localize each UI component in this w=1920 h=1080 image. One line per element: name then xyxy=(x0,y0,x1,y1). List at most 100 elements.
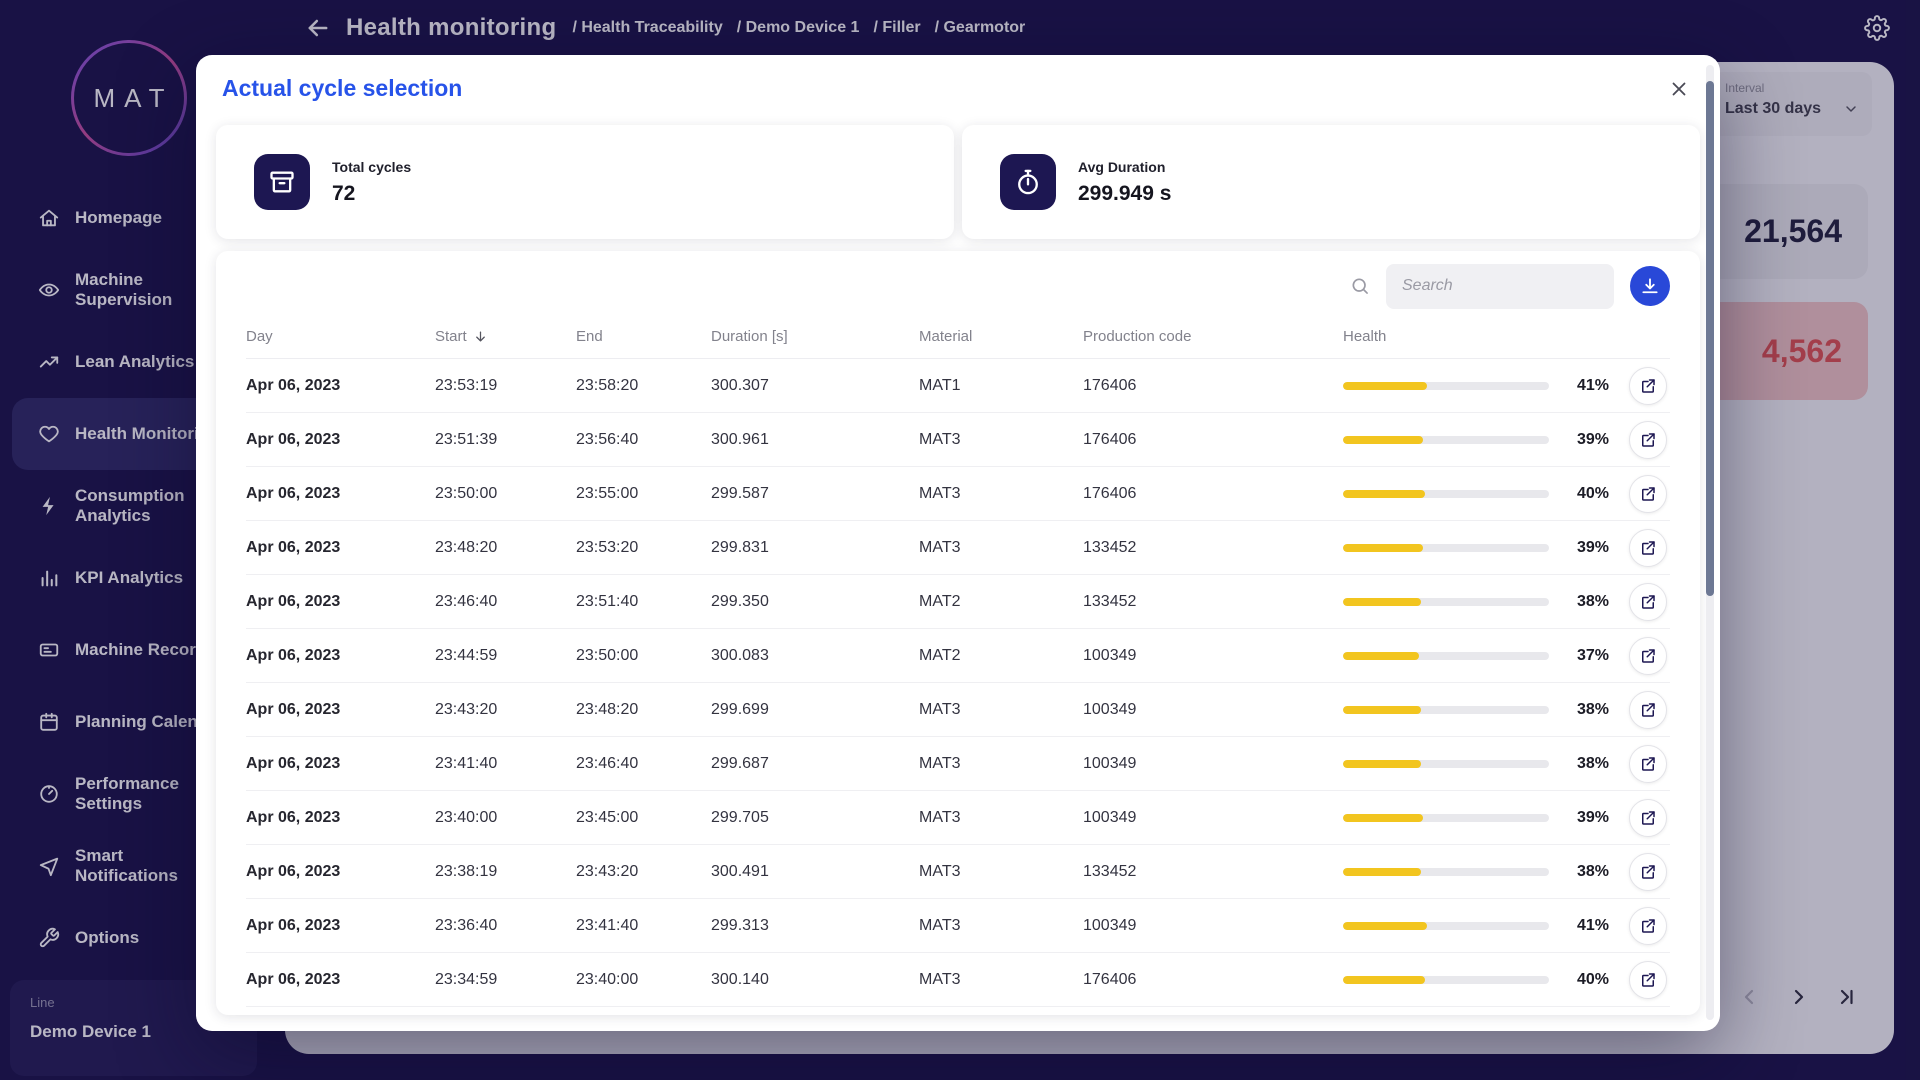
column-header-label: Start xyxy=(435,328,467,345)
cell-end: 23:40:00 xyxy=(576,971,711,989)
cell-day: Apr 06, 2023 xyxy=(246,485,435,503)
cell-material: MAT3 xyxy=(919,431,1083,449)
table-row[interactable]: Apr 06, 2023 23:46:40 23:51:40 299.350 M… xyxy=(246,575,1670,629)
table-row[interactable]: Apr 06, 2023 23:43:20 23:48:20 299.699 M… xyxy=(246,683,1670,737)
open-cycle-button[interactable] xyxy=(1629,583,1667,621)
health-progress-bar xyxy=(1343,598,1549,606)
open-cycle-button[interactable] xyxy=(1629,421,1667,459)
modal: Actual cycle selection Total cycles 72 A… xyxy=(196,55,1720,1031)
table-row[interactable]: Apr 06, 2023 23:53:19 23:58:20 300.307 M… xyxy=(246,359,1670,413)
column-header-duration-s[interactable]: Duration [s] xyxy=(711,328,919,345)
health-percent: 38% xyxy=(1557,701,1609,719)
cell-health: 40% xyxy=(1343,475,1670,513)
table-row[interactable]: Apr 06, 2023 23:50:00 23:55:00 299.587 M… xyxy=(246,467,1670,521)
open-cycle-button[interactable] xyxy=(1629,691,1667,729)
scrollbar-thumb[interactable] xyxy=(1706,81,1714,596)
cell-duration: 299.313 xyxy=(711,917,919,935)
cell-day: Apr 06, 2023 xyxy=(246,863,435,881)
cell-production-code: 100349 xyxy=(1083,917,1343,935)
open-cycle-button[interactable] xyxy=(1629,367,1667,405)
health-progress-bar xyxy=(1343,544,1549,552)
cell-day: Apr 06, 2023 xyxy=(246,539,435,557)
stopwatch-icon xyxy=(1000,154,1056,210)
health-percent: 40% xyxy=(1557,485,1609,503)
column-header-label: Material xyxy=(919,328,972,345)
cycles-icon xyxy=(254,154,310,210)
cell-day: Apr 06, 2023 xyxy=(246,647,435,665)
column-header-day[interactable]: Day xyxy=(246,328,435,345)
table-row[interactable]: Apr 06, 2023 23:48:20 23:53:20 299.831 M… xyxy=(246,521,1670,575)
open-cycle-button[interactable] xyxy=(1629,907,1667,945)
cell-health: 38% xyxy=(1343,745,1670,783)
table-row[interactable]: Apr 06, 2023 23:34:59 23:40:00 300.140 M… xyxy=(246,953,1670,1007)
cell-duration: 299.831 xyxy=(711,539,919,557)
download-button[interactable] xyxy=(1630,266,1670,306)
health-progress-bar xyxy=(1343,706,1549,714)
cell-material: MAT3 xyxy=(919,485,1083,503)
column-header-label: Day xyxy=(246,328,273,345)
open-cycle-button[interactable] xyxy=(1629,529,1667,567)
health-progress-bar xyxy=(1343,868,1549,876)
cell-health: 38% xyxy=(1343,691,1670,729)
column-header-material[interactable]: Material xyxy=(919,328,1083,345)
modal-scrollbar[interactable] xyxy=(1706,65,1714,1020)
cell-duration: 299.705 xyxy=(711,809,919,827)
column-header-health[interactable]: Health xyxy=(1343,328,1670,345)
cell-material: MAT3 xyxy=(919,701,1083,719)
column-header-end[interactable]: End xyxy=(576,328,711,345)
health-progress-bar xyxy=(1343,652,1549,660)
table-row[interactable]: Apr 06, 2023 23:41:40 23:46:40 299.687 M… xyxy=(246,737,1670,791)
cell-day: Apr 06, 2023 xyxy=(246,593,435,611)
open-cycle-button[interactable] xyxy=(1629,799,1667,837)
cell-health: 39% xyxy=(1343,799,1670,837)
column-header-production-code[interactable]: Production code xyxy=(1083,328,1343,345)
summary-value: 72 xyxy=(332,182,411,206)
column-header-label: End xyxy=(576,328,603,345)
cell-end: 23:41:40 xyxy=(576,917,711,935)
cell-day: Apr 06, 2023 xyxy=(246,701,435,719)
cell-end: 23:46:40 xyxy=(576,755,711,773)
open-cycle-button[interactable] xyxy=(1629,961,1667,999)
open-cycle-button[interactable] xyxy=(1629,475,1667,513)
open-cycle-button[interactable] xyxy=(1629,745,1667,783)
health-progress-bar xyxy=(1343,760,1549,768)
search-input[interactable] xyxy=(1386,264,1614,309)
summary-value: 299.949 s xyxy=(1078,182,1171,206)
summary-label: Total cycles xyxy=(332,159,411,175)
modal-title: Actual cycle selection xyxy=(222,75,462,102)
health-percent: 41% xyxy=(1557,377,1609,395)
health-progress-bar xyxy=(1343,436,1549,444)
cell-end: 23:45:00 xyxy=(576,809,711,827)
cell-production-code: 133452 xyxy=(1083,863,1343,881)
close-icon[interactable] xyxy=(1664,75,1694,105)
summary-label: Avg Duration xyxy=(1078,159,1171,175)
table-body: Apr 06, 2023 23:53:19 23:58:20 300.307 M… xyxy=(246,359,1670,1007)
cell-production-code: 133452 xyxy=(1083,593,1343,611)
cell-material: MAT3 xyxy=(919,809,1083,827)
cell-material: MAT3 xyxy=(919,539,1083,557)
column-header-start[interactable]: Start xyxy=(435,328,576,345)
cell-health: 41% xyxy=(1343,907,1670,945)
cell-end: 23:51:40 xyxy=(576,593,711,611)
table-row[interactable]: Apr 06, 2023 23:38:19 23:43:20 300.491 M… xyxy=(246,845,1670,899)
cell-start: 23:43:20 xyxy=(435,701,576,719)
table-row[interactable]: Apr 06, 2023 23:36:40 23:41:40 299.313 M… xyxy=(246,899,1670,953)
table-row[interactable]: Apr 06, 2023 23:44:59 23:50:00 300.083 M… xyxy=(246,629,1670,683)
column-header-label: Duration [s] xyxy=(711,328,788,345)
cell-end: 23:58:20 xyxy=(576,377,711,395)
cell-production-code: 176406 xyxy=(1083,485,1343,503)
table-row[interactable]: Apr 06, 2023 23:51:39 23:56:40 300.961 M… xyxy=(246,413,1670,467)
cell-material: MAT3 xyxy=(919,917,1083,935)
cycle-table-panel: Day Start End Duration [s] Material Productio… xyxy=(216,251,1700,1015)
cell-health: 37% xyxy=(1343,637,1670,675)
cell-material: MAT3 xyxy=(919,863,1083,881)
open-cycle-button[interactable] xyxy=(1629,853,1667,891)
cell-duration: 299.587 xyxy=(711,485,919,503)
summary-card-total-cycles: Total cycles 72 xyxy=(216,125,954,239)
cell-production-code: 100349 xyxy=(1083,701,1343,719)
table-row[interactable]: Apr 06, 2023 23:40:00 23:45:00 299.705 M… xyxy=(246,791,1670,845)
open-cycle-button[interactable] xyxy=(1629,637,1667,675)
health-percent: 37% xyxy=(1557,647,1609,665)
cell-day: Apr 06, 2023 xyxy=(246,431,435,449)
column-header-label: Production code xyxy=(1083,328,1191,345)
